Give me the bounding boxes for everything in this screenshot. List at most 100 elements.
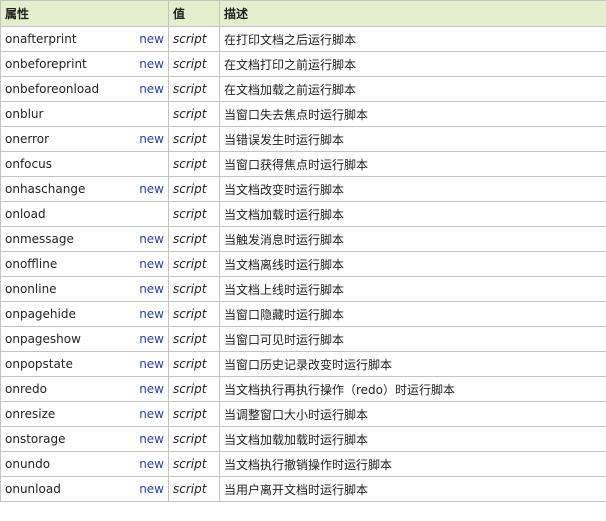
attribute-cell: onblur — [0, 101, 169, 127]
attribute-cell: onerror new — [0, 126, 169, 152]
description-cell: 在文档打印之前运行脚本 — [219, 51, 606, 77]
description-cell: 当用户离开文档时运行脚本 — [219, 476, 606, 502]
table-row: onpageshow new script 当窗口可见时运行脚本 — [0, 326, 606, 352]
table-row: onundo new script 当文档执行撤销操作时运行脚本 — [0, 451, 606, 477]
attribute-cell: onunload new — [0, 476, 169, 502]
description-cell: 在文档加载之前运行脚本 — [219, 76, 606, 102]
attribute-name: onmessage — [5, 232, 74, 246]
table-row: onpagehide new script 当窗口隐藏时运行脚本 — [0, 301, 606, 327]
table-body: onafterprint new script 在打印文档之后运行脚本 onbefore… — [0, 26, 606, 502]
new-badge: new — [139, 432, 164, 446]
attribute-name: onstorage — [5, 432, 66, 446]
value-cell: script — [168, 151, 220, 177]
new-badge: new — [139, 382, 164, 396]
table-row: onpopstate new script 当窗口历史记录改变时运行脚本 — [0, 351, 606, 377]
attribute-name: onhaschange — [5, 182, 86, 196]
new-badge: new — [139, 332, 164, 346]
table-row: onoffline new script 当文档离线时运行脚本 — [0, 251, 606, 277]
attribute-cell: ononline new — [0, 276, 169, 302]
attribute-name: onredo — [5, 382, 47, 396]
value-cell: script — [168, 426, 220, 452]
value-cell: script — [168, 101, 220, 127]
value-cell: script — [168, 376, 220, 402]
table-row: onload script 当文档加载时运行脚本 — [0, 201, 606, 227]
attribute-name: onresize — [5, 407, 56, 421]
description-cell: 当文档加载时运行脚本 — [219, 201, 606, 227]
attribute-cell: onundo new — [0, 451, 169, 477]
new-badge: new — [139, 132, 164, 146]
table-row: onfocus script 当窗口获得焦点时运行脚本 — [0, 151, 606, 177]
table-row: onhaschange new script 当文档改变时运行脚本 — [0, 176, 606, 202]
new-badge: new — [139, 457, 164, 471]
new-badge: new — [139, 407, 164, 421]
attribute-cell: onredo new — [0, 376, 169, 402]
new-badge: new — [139, 57, 164, 71]
value-cell: script — [168, 276, 220, 302]
table-row: onbeforeprint new script 在文档打印之前运行脚本 — [0, 51, 606, 77]
table-row: onafterprint new script 在打印文档之后运行脚本 — [0, 26, 606, 52]
attribute-name: onafterprint — [5, 32, 77, 46]
description-cell: 当窗口可见时运行脚本 — [219, 326, 606, 352]
attribute-name: onpageshow — [5, 332, 81, 346]
description-cell: 当文档执行再执行操作（redo）时运行脚本 — [219, 376, 606, 402]
attribute-name: ononline — [5, 282, 57, 296]
table-row: onbeforeonload new script 在文档加载之前运行脚本 — [0, 76, 606, 102]
attribute-cell: onpageshow new — [0, 326, 169, 352]
description-cell: 当文档改变时运行脚本 — [219, 176, 606, 202]
header-value: 值 — [168, 0, 220, 27]
event-attributes-table: 属性 值 描述 onafterprint new script 在打印文档之后运行脚本… — [0, 0, 606, 502]
value-cell: script — [168, 301, 220, 327]
description-cell: 当窗口获得焦点时运行脚本 — [219, 151, 606, 177]
table-row: onresize new script 当调整窗口大小时运行脚本 — [0, 401, 606, 427]
attribute-name: onerror — [5, 132, 49, 146]
table-row: onredo new script 当文档执行再执行操作（redo）时运行脚本 — [0, 376, 606, 402]
value-cell: script — [168, 451, 220, 477]
value-cell: script — [168, 476, 220, 502]
new-badge: new — [139, 257, 164, 271]
attribute-name: onoffline — [5, 257, 58, 271]
attribute-cell: onbeforeprint new — [0, 51, 169, 77]
table-row: onblur script 当窗口失去焦点时运行脚本 — [0, 101, 606, 127]
description-cell: 当错误发生时运行脚本 — [219, 126, 606, 152]
attribute-cell: onfocus — [0, 151, 169, 177]
new-badge: new — [139, 357, 164, 371]
new-badge: new — [139, 32, 164, 46]
attribute-cell: onstorage new — [0, 426, 169, 452]
value-cell: script — [168, 326, 220, 352]
new-badge: new — [139, 282, 164, 296]
attribute-cell: onpagehide new — [0, 301, 169, 327]
value-cell: script — [168, 226, 220, 252]
value-cell: script — [168, 76, 220, 102]
attribute-cell: onpopstate new — [0, 351, 169, 377]
attribute-name: onundo — [5, 457, 51, 471]
description-cell: 当触发消息时运行脚本 — [219, 226, 606, 252]
attribute-name: onpagehide — [5, 307, 76, 321]
attribute-name: onbeforeonload — [5, 82, 100, 96]
description-cell: 当窗口隐藏时运行脚本 — [219, 301, 606, 327]
table-row: onerror new script 当错误发生时运行脚本 — [0, 126, 606, 152]
attribute-name: onfocus — [5, 157, 52, 171]
attribute-cell: onafterprint new — [0, 26, 169, 52]
description-cell: 当文档上线时运行脚本 — [219, 276, 606, 302]
new-badge: new — [139, 232, 164, 246]
attribute-name: onblur — [5, 107, 44, 121]
new-badge: new — [139, 482, 164, 496]
table-row: onstorage new script 当文档加载加载时运行脚本 — [0, 426, 606, 452]
attribute-cell: onhaschange new — [0, 176, 169, 202]
header-description: 描述 — [219, 0, 606, 27]
attribute-name: onload — [5, 207, 46, 221]
value-cell: script — [168, 201, 220, 227]
description-cell: 当调整窗口大小时运行脚本 — [219, 401, 606, 427]
table-header-row: 属性 值 描述 — [0, 0, 606, 27]
description-cell: 当窗口历史记录改变时运行脚本 — [219, 351, 606, 377]
description-cell: 当窗口失去焦点时运行脚本 — [219, 101, 606, 127]
description-cell: 在打印文档之后运行脚本 — [219, 26, 606, 52]
new-badge: new — [139, 182, 164, 196]
attribute-name: onpopstate — [5, 357, 73, 371]
header-attribute: 属性 — [0, 0, 169, 27]
value-cell: script — [168, 351, 220, 377]
table-row: ononline new script 当文档上线时运行脚本 — [0, 276, 606, 302]
description-cell: 当文档执行撤销操作时运行脚本 — [219, 451, 606, 477]
attribute-cell: onmessage new — [0, 226, 169, 252]
attribute-cell: onload — [0, 201, 169, 227]
